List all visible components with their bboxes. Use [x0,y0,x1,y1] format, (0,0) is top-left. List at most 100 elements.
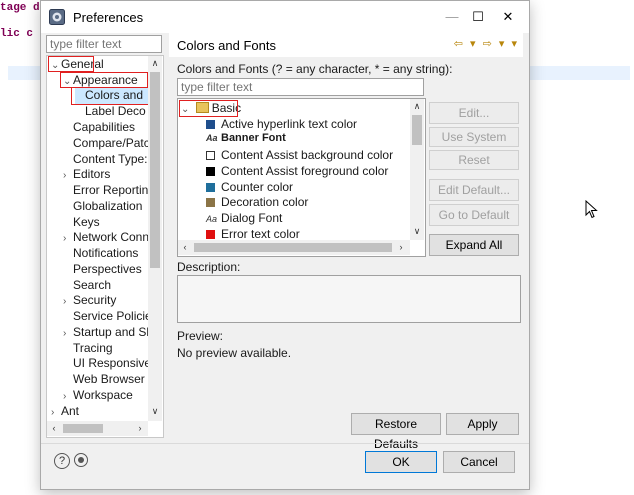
category-basic[interactable]: ⌄ Basic [181,101,241,115]
help-icon[interactable]: ? [54,453,70,469]
tree-item-notifications[interactable]: Notifications [63,246,138,260]
preview-text: No preview available. [177,346,292,360]
tree-item-label: General [61,57,104,71]
scroll-right-icon[interactable]: › [394,242,408,252]
scroll-right-icon[interactable]: › [133,423,147,433]
preview-label: Preview: [177,329,224,343]
color-swatch-icon [206,151,215,160]
tree-item-label: Tracing [73,341,113,355]
expand-all-button[interactable]: Expand All [429,234,519,256]
ok-button[interactable]: OK [365,451,437,473]
font-icon: Aa [206,214,218,224]
tree-item-globalization[interactable]: Globalization [63,199,142,213]
tree-item-compare-patch[interactable]: Compare/Patc [63,136,150,150]
restore-defaults-button[interactable]: Restore Defaults [351,413,441,451]
tree-item-ui-responsiveness[interactable]: UI Responsive [63,356,151,370]
tree-item-editors[interactable]: › Editors [63,167,110,181]
tree-item-label: Label Deco [85,104,146,118]
list-item[interactable]: Content Assist background color [206,148,393,162]
tree-item-label: Keys [73,215,100,229]
tree-item-label: Editors [73,167,111,181]
tree-item-label: Workspace [73,388,133,402]
tree-item-web-browser[interactable]: Web Browser [63,372,145,386]
color-swatch-icon [206,230,215,239]
cancel-button[interactable]: Cancel [443,451,515,473]
tree-item-label: Compare/Patc [73,136,150,150]
tree-vertical-scrollbar[interactable]: ∧ ∨ [148,56,162,421]
scroll-left-icon[interactable]: ‹ [47,423,61,433]
edit-button[interactable]: Edit... [429,102,519,124]
list-item[interactable]: Aa Banner Font [206,132,286,144]
tree-item-label: Notifications [73,246,139,260]
scrollbar-thumb[interactable] [412,115,422,145]
sidebar-filter-input[interactable] [46,35,162,53]
scroll-down-icon[interactable]: ∨ [148,406,162,417]
tree-item-label: Globalization [73,199,143,213]
description-label: Description: [177,260,241,274]
hscrollbar-thumb[interactable] [63,424,103,433]
tree-item-general[interactable]: ⌄ General [51,57,104,71]
tree-item-colors-and-fonts[interactable]: Colors and [75,88,149,104]
panel-title: Colors and Fonts [177,38,276,53]
list-item[interactable]: Aa Dialog Font [206,211,282,225]
tree-item-tracing[interactable]: Tracing [63,341,113,355]
scroll-up-icon[interactable]: ∧ [148,58,162,69]
scroll-up-icon[interactable]: ∧ [410,101,424,112]
tree-item-label-decorations[interactable]: Label Deco [75,104,146,118]
scroll-left-icon[interactable]: ‹ [178,242,192,252]
color-swatch-icon [206,183,215,192]
tree-item-label: Capabilities [73,120,136,134]
hscrollbar-thumb[interactable] [194,243,392,252]
list-item[interactable]: Decoration color [206,195,308,209]
apply-button[interactable]: Apply [446,413,519,435]
list-item[interactable]: Counter color [206,180,293,194]
title-bar: Preferences — ☐ ✕ [41,1,529,33]
close-button[interactable]: ✕ [493,7,523,27]
color-swatch-icon [206,120,215,129]
tree-item-label: Service Policie [73,309,152,323]
tree-item-label: Error Reportin [73,183,149,197]
panel-intro-text: Colors and Fonts (? = any character, * =… [177,62,453,76]
list-item[interactable]: Active hyperlink text color [206,117,357,131]
tree-item-label: Colors and [85,88,144,102]
list-vertical-scrollbar[interactable]: ∧ ∨ [410,99,424,240]
colors-filter-input[interactable] [177,78,424,96]
tree-item-startup-and-shutdown[interactable]: › Startup and Sh [63,325,153,339]
use-system-font-button[interactable]: Use System Font [429,127,519,162]
tree-horizontal-scrollbar[interactable]: ‹ › [47,421,148,436]
navigation-arrows-icon[interactable]: ⇦ ▾ ⇨ ▾ ▾ [454,37,519,50]
record-icon[interactable] [74,453,88,467]
tree-item-network-connections[interactable]: › Network Conn [63,230,149,244]
tree-item-ant[interactable]: › Ant [51,404,79,418]
list-item[interactable]: Error text color [206,227,300,241]
maximize-button[interactable]: ☐ [463,7,493,27]
footer-divider [41,443,529,444]
reset-button[interactable]: Reset [429,150,519,170]
list-horizontal-scrollbar[interactable]: ‹ › [178,240,410,255]
preferences-tree[interactable]: ⌄ General ⌄ Appearance Colors and Label De… [46,55,164,438]
tree-item-perspectives[interactable]: Perspectives [63,262,142,276]
tree-item-search[interactable]: Search [63,278,111,292]
tree-item-service-policies[interactable]: Service Policie [63,309,152,323]
tree-item-label: Appearance [73,73,138,87]
scrollbar-thumb[interactable] [150,72,160,268]
list-item[interactable]: Content Assist foreground color [206,164,388,178]
tree-item-workspace[interactable]: › Workspace [63,388,133,402]
tree-item-label: Web Browser [73,372,145,386]
go-to-default-button[interactable]: Go to Default [429,204,519,226]
description-box [177,275,521,323]
color-swatch-icon [206,198,215,207]
colors-and-fonts-list[interactable]: ⌄ Basic Active hyperlink text color Aa Ba… [177,98,426,257]
tree-item-appearance[interactable]: ⌄ Appearance [63,73,138,87]
tree-item-security[interactable]: › Security [63,293,116,307]
tree-item-capabilities[interactable]: Capabilities [63,120,135,134]
tree-item-keys[interactable]: Keys [63,215,100,229]
tree-item-label: Ant [61,404,80,418]
tree-item-error-reporting[interactable]: Error Reportin [63,183,148,197]
scroll-down-icon[interactable]: ∨ [410,226,424,237]
tree-item-label: Search [73,278,112,292]
font-icon: Aa [206,133,218,143]
edit-default-button[interactable]: Edit Default... [429,179,519,201]
tree-item-label: Perspectives [73,262,142,276]
tree-item-content-types[interactable]: Content Type: [63,152,148,166]
